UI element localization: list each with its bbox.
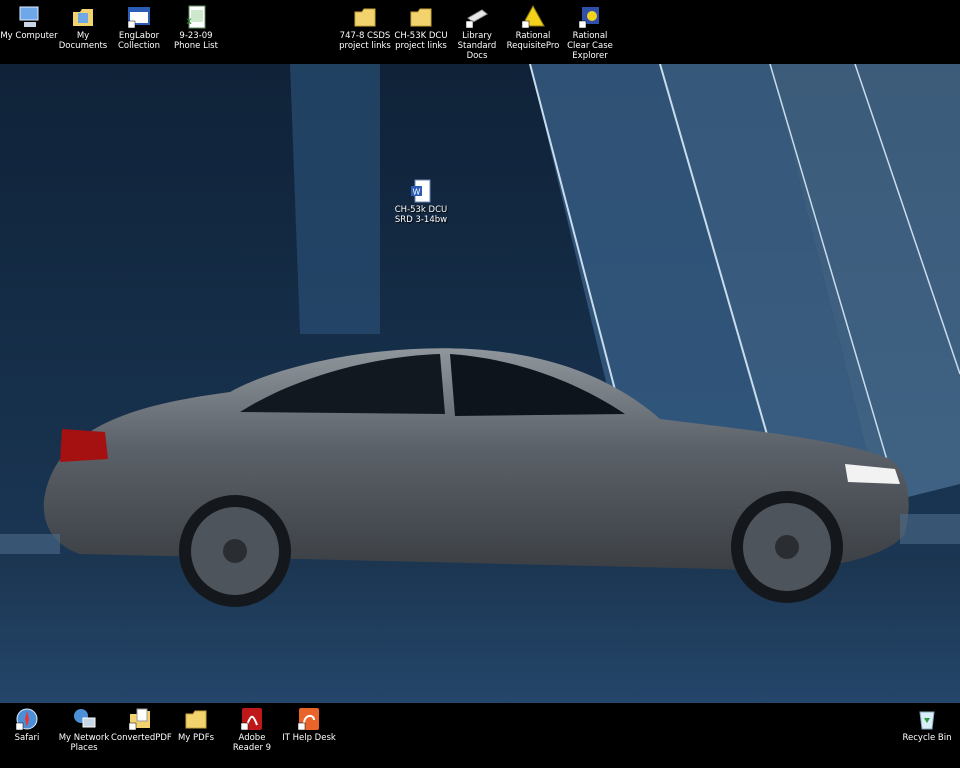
adobe-reader-icon [240, 708, 262, 731]
folder-icon [410, 8, 432, 27]
desktop-icon-my-documents[interactable]: My Documents [54, 2, 112, 51]
desktop-icon-747-8-csds[interactable]: 747-8 CSDS project links [336, 2, 394, 51]
desktop-icon-my-computer[interactable]: My Computer [0, 2, 58, 41]
requisitepro-icon [521, 4, 545, 29]
clearcase-icon [578, 7, 599, 29]
spreadsheet-icon: x [186, 5, 206, 29]
desktop-wallpaper [0, 64, 960, 703]
desktop-icon-my-network-places[interactable]: My Network Places [55, 704, 113, 753]
window-shortcut-icon [127, 7, 150, 29]
desktop-icon-englabor-collection[interactable]: EngLabor Collection [110, 2, 168, 51]
desktop-icon-recycle-bin[interactable]: Recycle Bin [898, 704, 956, 743]
desktop-icon-ch53k-srd-document[interactable]: W CH-53k DCU SRD 3-14bw [392, 176, 450, 225]
library-shortcut-icon [465, 9, 488, 29]
desktop-icon-my-pdfs[interactable]: My PDFs [167, 704, 225, 743]
computer-icon [19, 6, 39, 27]
recycle-bin-icon [919, 711, 935, 730]
desktop-icon-rational-requisitepro[interactable]: Rational RequisitePro [504, 2, 562, 51]
safari-icon [15, 708, 38, 731]
documents-folder-icon [73, 9, 93, 26]
svg-text:x: x [186, 16, 192, 27]
svg-text:W: W [413, 188, 421, 197]
word-document-icon: W [411, 179, 431, 203]
desktop-icon-adobe-reader[interactable]: Adobe Reader 9 [223, 704, 281, 753]
desktop-icon-convertedpdf[interactable]: ConvertedPDF [111, 704, 172, 743]
folder-icon [354, 8, 376, 27]
desktop-icon-phone-list[interactable]: x 9-23-09 Phone List [167, 2, 225, 51]
network-places-icon [74, 709, 96, 728]
desktop-icon-ch53k-dcu-links[interactable]: CH-53K DCU project links [392, 2, 450, 51]
desktop-icon-rational-clearcase[interactable]: Rational Clear Case Explorer [561, 2, 619, 61]
desktop-icon-library-standard-docs[interactable]: Library Standard Docs [448, 2, 506, 61]
folder-icon [185, 710, 207, 729]
help-desk-icon [297, 708, 319, 731]
desktop-icon-safari[interactable]: Safari [0, 704, 56, 743]
desktop-icon-it-help-desk[interactable]: IT Help Desk [280, 704, 338, 743]
pdf-folder-icon [128, 708, 150, 731]
